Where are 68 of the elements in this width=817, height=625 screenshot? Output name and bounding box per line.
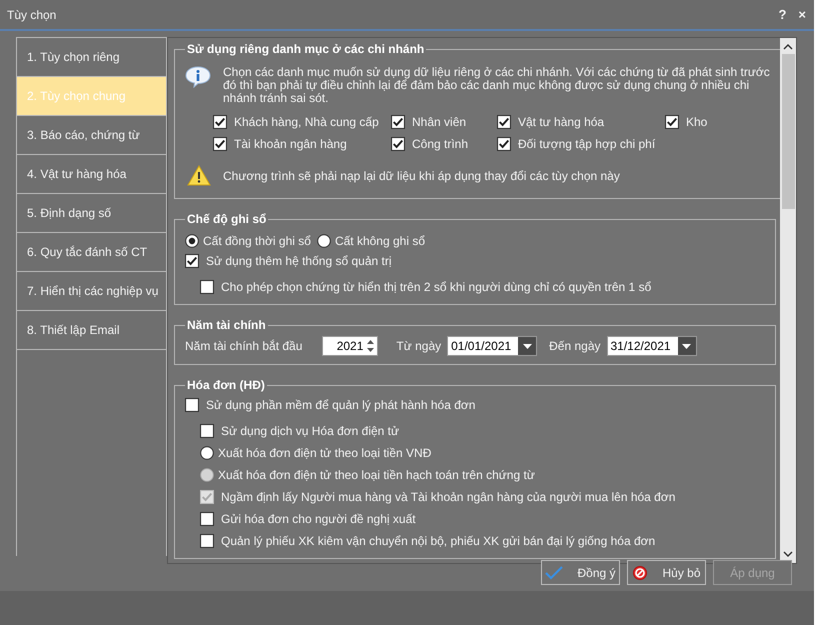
date-field[interactable]: 01/01/2021 <box>447 336 538 356</box>
option-label: Sử dụng phần mềm để quản lý phát hành hóa đơn <box>206 398 476 412</box>
ok-button[interactable]: Đồng ý <box>541 560 620 585</box>
sidebar-item[interactable]: 7. Hiển thị các nghiệp vụ <box>17 272 166 311</box>
sidebar-item[interactable]: 4. Vật tư hàng hóa <box>17 155 166 194</box>
checkbox[interactable] <box>497 115 511 129</box>
group-title: Hóa đơn (HĐ) <box>186 378 266 392</box>
option-label: Sử dụng thêm hệ thống sổ quản trị <box>206 254 392 268</box>
cancel-button[interactable]: Hủy bỏ <box>627 560 706 585</box>
scroll-down-icon[interactable] <box>783 549 793 559</box>
option-label: Cất đồng thời ghi sổ <box>203 234 311 248</box>
option-label: Công trình <box>412 137 468 151</box>
scroll-up-icon[interactable] <box>783 42 793 52</box>
radio-button[interactable] <box>200 446 214 460</box>
spin-arrows-icon <box>366 338 376 354</box>
scrollbar-thumb[interactable] <box>782 54 794 209</box>
field-label: Từ ngày <box>396 339 442 353</box>
warning-icon <box>187 165 211 186</box>
sidebar-item[interactable]: 3. Báo cáo, chứng từ <box>17 116 166 155</box>
option-label: Cất không ghi sổ <box>334 234 425 248</box>
option-label: Xuất hóa đơn điện tử theo loại tiền hạch toán trên chứng từ <box>218 468 535 482</box>
option-label: Xuất hóa đơn điện tử theo loại tiền VNĐ <box>218 446 432 460</box>
sidebar-item[interactable]: 5. Định dạng số <box>17 194 166 233</box>
info-icon <box>185 66 211 88</box>
option-label: Khách hàng, Nhà cung cấp <box>234 115 379 129</box>
option-label: Vật tư hàng hóa <box>518 115 604 129</box>
field-label: Đến ngày <box>549 339 600 353</box>
checkbox[interactable] <box>497 137 511 151</box>
option-label: Gửi hóa đơn cho người đề nghị xuất <box>221 512 416 526</box>
option-label: Nhân viên <box>412 115 466 129</box>
dropdown-arrow-icon <box>682 344 691 348</box>
field-label: Năm tài chính bắt đầu <box>185 339 302 353</box>
window-title: Tùy chọn <box>7 8 58 22</box>
checkbox[interactable] <box>213 137 227 151</box>
warning-text: Chương trình sẽ phải nạp lại dữ liệu khi áp dụng thay đổi các tùy chọn này <box>223 168 620 182</box>
checkbox[interactable] <box>213 115 227 129</box>
checkbox[interactable] <box>185 254 199 268</box>
checkbox[interactable] <box>200 512 214 526</box>
checkbox[interactable] <box>391 115 405 129</box>
sidebar-item[interactable]: 6. Quy tắc đánh số CT <box>17 233 166 272</box>
option-label: Cho phép chọn chứng từ hiển thị trên 2 sổ khi người dùng chỉ có quyền trên 1 sổ <box>221 280 652 294</box>
scrollbar[interactable] <box>780 38 796 563</box>
sidebar-item[interactable]: 8. Thiết lập Email <box>17 311 166 350</box>
info-text: Chọn các danh mục muốn sử dụng dữ liệu riêng ở các chi nhánh. Với các chứng từ đã phát sinh trước đó thì bạn phải tự điều chỉnh lại để đảm bảo các danh mục không được sử dụng chung ở nhiều chi nhánh tránh sai sót. <box>223 66 771 105</box>
group-title: Chế độ ghi sổ <box>186 212 268 226</box>
checkbox[interactable] <box>185 398 199 412</box>
option-label: Tài khoản ngân hàng <box>234 137 347 151</box>
option-label: Kho <box>686 115 708 129</box>
close-button[interactable]: × <box>798 7 806 22</box>
checkmark-icon <box>545 566 564 580</box>
group-title: Sử dụng riêng danh mục ở các chi nhánh <box>186 42 426 56</box>
group-title: Năm tài chính <box>186 318 267 332</box>
option-label: Sử dụng dịch vụ Hóa đơn điện tử <box>221 424 400 438</box>
checkbox[interactable] <box>200 280 214 294</box>
dropdown-arrow-icon <box>522 344 532 348</box>
radio-button[interactable] <box>316 234 331 248</box>
year-spin-field[interactable]: 2021 <box>322 336 378 356</box>
option-label: Đối tượng tập hợp chi phí <box>518 137 656 151</box>
checkbox[interactable] <box>200 534 214 548</box>
checkbox[interactable] <box>665 115 679 129</box>
option-label: Ngầm định lấy Người mua hàng và Tài khoản ngân hàng của người mua lên hóa đơn <box>221 490 676 504</box>
checkbox[interactable] <box>200 424 214 438</box>
radio-button[interactable] <box>185 234 199 248</box>
date-field[interactable]: 31/12/2021 <box>606 336 696 356</box>
checkbox[interactable] <box>391 137 405 151</box>
prohibited-icon <box>632 564 648 580</box>
help-button[interactable]: ? <box>778 7 786 22</box>
option-label: Quản lý phiếu XK kiêm vận chuyển nội bộ, phiếu XK gửi bán đại lý giống hóa đơn <box>221 534 656 548</box>
